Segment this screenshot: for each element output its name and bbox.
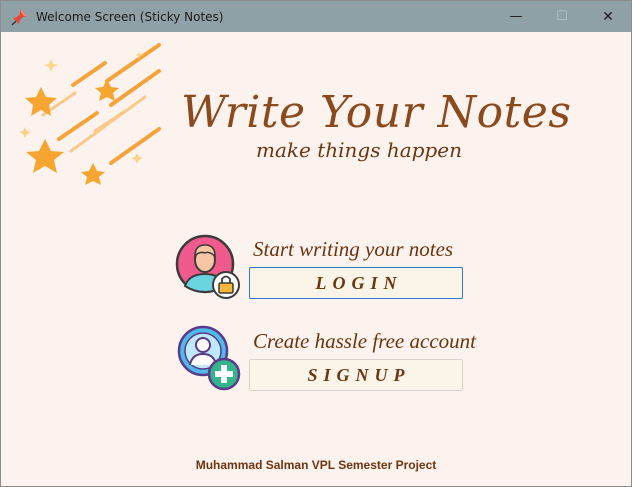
login-button[interactable]: LOGIN [249,267,463,299]
maximize-button[interactable]: ☐ [539,1,585,32]
pushpin-app-icon [11,9,27,26]
window-title: Welcome Screen (Sticky Notes) [36,10,224,24]
welcome-window: Welcome Screen (Sticky Notes) — ☐ ✕ Writ… [0,0,632,487]
login-caption: Start writing your notes [253,237,454,261]
headline: Write Your Notes [181,87,572,138]
minimize-button[interactable]: — [493,1,539,32]
user-lock-icon [175,234,240,299]
signup-button[interactable]: SIGNUP [249,359,463,391]
shooting-stars-illustration [19,43,161,185]
title-bar[interactable]: Welcome Screen (Sticky Notes) — ☐ ✕ [1,1,631,32]
close-button[interactable]: ✕ [585,1,631,32]
signup-caption: Create hassle free account [253,329,476,353]
footer-credit: Muhammad Salman VPL Semester Project [195,458,437,472]
tagline: make things happen [256,138,462,162]
user-add-icon [177,325,241,391]
